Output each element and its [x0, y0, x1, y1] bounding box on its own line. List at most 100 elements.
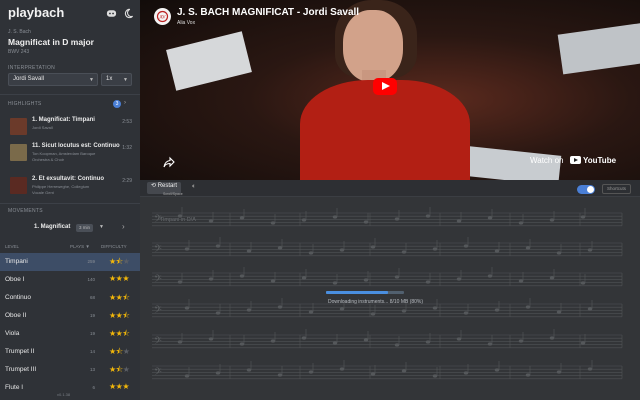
instrument-name: Timpani	[5, 258, 28, 265]
play-count: 14	[89, 349, 95, 354]
note-head	[487, 342, 493, 346]
note-head	[525, 246, 531, 250]
note-head	[184, 247, 190, 251]
note-head	[580, 281, 586, 285]
star-icon: ★	[122, 274, 130, 283]
play-button-icon[interactable]	[373, 78, 397, 95]
note-head	[487, 274, 493, 278]
performer-select[interactable]: Jordi Savall ▼	[8, 73, 98, 86]
note-head	[518, 279, 524, 283]
star-icon: ★	[109, 382, 116, 391]
note-head	[394, 217, 400, 221]
note-head	[339, 248, 345, 252]
star-half-icon: ⯪	[122, 311, 130, 320]
difficulty-stars: ★⯪★	[109, 364, 130, 378]
note-head	[549, 336, 555, 340]
chevron-down-icon[interactable]: ▼	[99, 224, 104, 230]
instrument-name: Continuo	[5, 294, 32, 301]
note-head	[184, 374, 190, 378]
moon-icon[interactable]	[123, 6, 134, 19]
note-head	[239, 342, 245, 346]
video-title[interactable]: J. S. BACH MAGNIFICAT - Jordi Savall	[177, 7, 359, 18]
note-head	[456, 219, 462, 223]
bass-clef-icon: 𝄢	[154, 366, 162, 380]
highlight-item[interactable]: 1. Magnificat: Timpani Jordi Savall 2:53	[8, 116, 132, 142]
note-head	[177, 214, 183, 218]
note-head	[525, 305, 531, 309]
restart-label: Restart	[157, 183, 178, 189]
note-head	[208, 219, 214, 223]
note-head	[456, 277, 462, 281]
instrument-row[interactable]: Timpani 259 ★⯪★	[0, 253, 140, 271]
note-head	[270, 279, 276, 283]
note-head	[277, 305, 283, 309]
star-icon: ★	[109, 311, 116, 320]
chevron-right-icon[interactable]: ›	[124, 100, 126, 106]
watch-on-label[interactable]: Watch on	[530, 156, 564, 165]
singer-dress	[300, 80, 470, 180]
note-head	[277, 373, 283, 377]
note-head	[432, 374, 438, 378]
col-difficulty-header[interactable]: DIFFICULTY	[101, 244, 127, 249]
instrument-row[interactable]: Continuo 68 ★★⯪	[0, 289, 140, 307]
instrument-row[interactable]: Viola 19 ★★⯪	[0, 325, 140, 343]
play-count: 259	[87, 259, 95, 264]
share-icon[interactable]	[162, 155, 176, 169]
star-icon: ★	[109, 257, 116, 266]
instrument-name: Oboe I	[5, 276, 25, 283]
video-channel[interactable]: Alia Vox	[177, 20, 195, 26]
youtube-icon	[570, 156, 581, 164]
top-icons	[106, 6, 134, 19]
note-head	[301, 276, 307, 280]
instrument-name: Trumpet III	[5, 366, 37, 373]
note-head	[425, 214, 431, 218]
note-head	[301, 336, 307, 340]
instrument-row[interactable]: Oboe II 19 ★★⯪	[0, 307, 140, 325]
play-count: 19	[89, 331, 95, 336]
col-plays-header[interactable]: PLAYS ▼	[70, 244, 90, 249]
note-head	[487, 216, 493, 220]
highlight-duration: 1:32	[122, 145, 132, 151]
difficulty-stars: ★★⯪	[109, 292, 130, 306]
follow-toggle[interactable]	[577, 185, 595, 194]
bass-clef-icon: 𝄢	[154, 273, 162, 287]
divider	[0, 203, 140, 204]
download-progress-bar	[326, 291, 404, 294]
speed-select[interactable]: 1x ▼	[101, 73, 132, 86]
bass-clef-icon: 𝄢	[154, 243, 162, 257]
note-head	[518, 221, 524, 225]
instrument-row[interactable]: Trumpet II 14 ★⯪★	[0, 343, 140, 361]
note-head	[208, 277, 214, 281]
download-progress-text: Downloading instruments... 8/10 MB (80%)	[328, 299, 424, 305]
highlight-item[interactable]: 2. Et exsultavit: Continuo Philippe Herr…	[8, 175, 132, 201]
restart-button[interactable]: ⟲ Restart Scroll/Space	[147, 182, 183, 196]
note-head	[239, 216, 245, 220]
video-player[interactable]: AV J. S. BACH MAGNIFICAT - Jordi Savall …	[140, 0, 640, 180]
channel-avatar[interactable]: AV	[154, 8, 171, 25]
note-head	[494, 249, 500, 253]
instrument-row[interactable]: Oboe I 140 ★★★	[0, 271, 140, 289]
difficulty-stars: ★★★	[109, 274, 129, 283]
difficulty-stars: ★⯪★	[109, 256, 130, 270]
difficulty-stars: ★★★	[109, 382, 129, 391]
note-head	[463, 311, 469, 315]
star-icon: ★	[109, 329, 116, 338]
brand-logo[interactable]: playbach	[8, 5, 64, 20]
star-half-icon: ⯪	[122, 293, 130, 302]
note-head	[184, 306, 190, 310]
discord-icon[interactable]	[106, 6, 117, 17]
note-head	[363, 278, 369, 282]
bass-clef-icon: 𝄢	[154, 304, 162, 318]
note-head	[587, 307, 593, 311]
movement-select[interactable]: 1. Magnificat	[34, 224, 70, 230]
chevron-down-icon: ▼	[123, 77, 128, 83]
composer-name: J. S. Bach	[8, 29, 31, 35]
shortcuts-button[interactable]: Shortcuts	[602, 184, 632, 194]
highlight-item[interactable]: 11. Sicut locutus est: Continuo Ton Koop…	[8, 142, 132, 168]
next-movement-icon[interactable]: ›	[122, 222, 125, 231]
star-icon: ★	[109, 274, 116, 283]
note-head	[432, 306, 438, 310]
youtube-link[interactable]: YouTube	[570, 156, 616, 165]
volume-icon[interactable]: 🔈︎	[192, 183, 196, 191]
instrument-row[interactable]: Trumpet III 13 ★⯪★	[0, 361, 140, 379]
